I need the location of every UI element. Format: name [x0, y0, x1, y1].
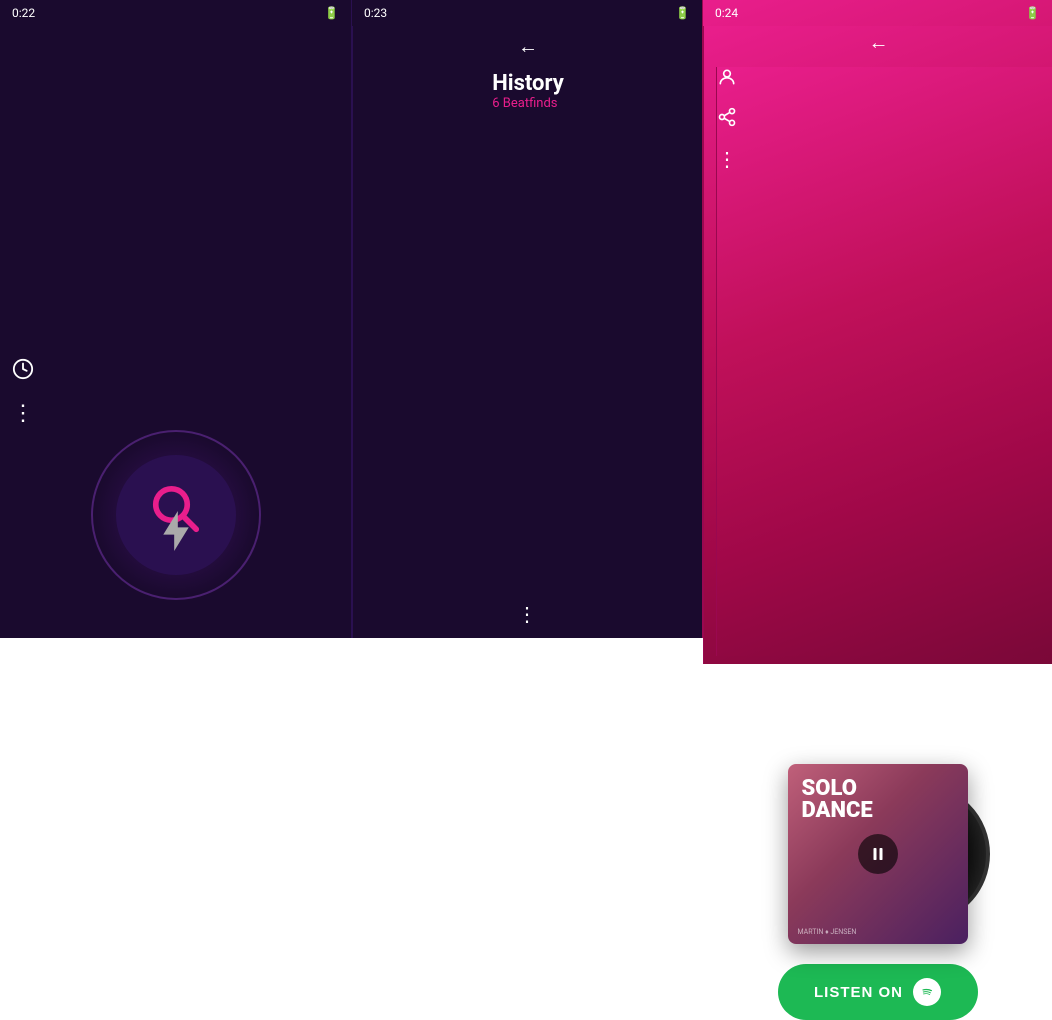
battery-1: 🔋 — [324, 6, 339, 20]
listen-on-button[interactable]: LISTEN ON — [778, 964, 978, 1020]
spotify-logo — [913, 978, 941, 1006]
song-title: Solo Dance — [723, 684, 1032, 714]
pause-button[interactable] — [858, 834, 898, 874]
album-art-text: SOLODANCE — [802, 778, 873, 822]
now-playing-icons: ⋮ — [716, 67, 1052, 656]
status-bar-3: 0:24 🔋 — [703, 0, 1052, 26]
screen3: 0:24 🔋 ← ⋮ Solo D — [702, 0, 1052, 638]
now-playing-top-bar: ← ⋮ — [703, 26, 1052, 664]
history-icon[interactable] — [12, 358, 339, 385]
history-title-area: History 6 Beatfinds — [492, 71, 564, 590]
time-3: 0:24 — [715, 6, 738, 20]
song-artist: Martin Jensen — [723, 718, 1032, 734]
history-count: 6 Beatfinds — [492, 96, 564, 111]
back-button-3[interactable]: ← — [869, 30, 889, 55]
status-bar-2: 0:23 🔋 — [352, 0, 702, 26]
back-button-2[interactable]: ← — [518, 34, 538, 59]
screen1: 0:22 🔋 ⋮ — [0, 0, 351, 638]
battery-3: 🔋 — [1025, 6, 1040, 20]
person-icon[interactable] — [717, 67, 1052, 91]
history-header: ← History 6 Beatfinds ⋮ — [352, 26, 703, 638]
share-icon[interactable] — [717, 107, 1052, 131]
dots-menu-2[interactable]: ⋮ — [517, 602, 539, 626]
time-2: 0:23 — [364, 6, 387, 20]
battery-2: 🔋 — [675, 6, 690, 20]
history-title: History — [492, 71, 564, 96]
status-bar-1: 0:22 🔋 — [0, 0, 351, 26]
dots-menu-3[interactable]: ⋮ — [717, 147, 1052, 171]
screen2: 0:23 🔋 ← History 6 Beatfinds ⋮ SOLODANCE… — [351, 0, 702, 638]
dots-menu-1[interactable]: ⋮ — [12, 401, 339, 426]
song-info: Solo Dance Martin Jensen — [703, 664, 1052, 744]
lightning-icon — [162, 511, 190, 558]
album-art-artist: MARTIN ♦ JENSEN — [798, 928, 857, 936]
time-1: 0:22 — [12, 6, 35, 20]
album-art-area: SOLODANCE MARTIN ♦ JENSEN — [703, 744, 1052, 964]
listen-on-label: LISTEN ON — [814, 984, 903, 1001]
